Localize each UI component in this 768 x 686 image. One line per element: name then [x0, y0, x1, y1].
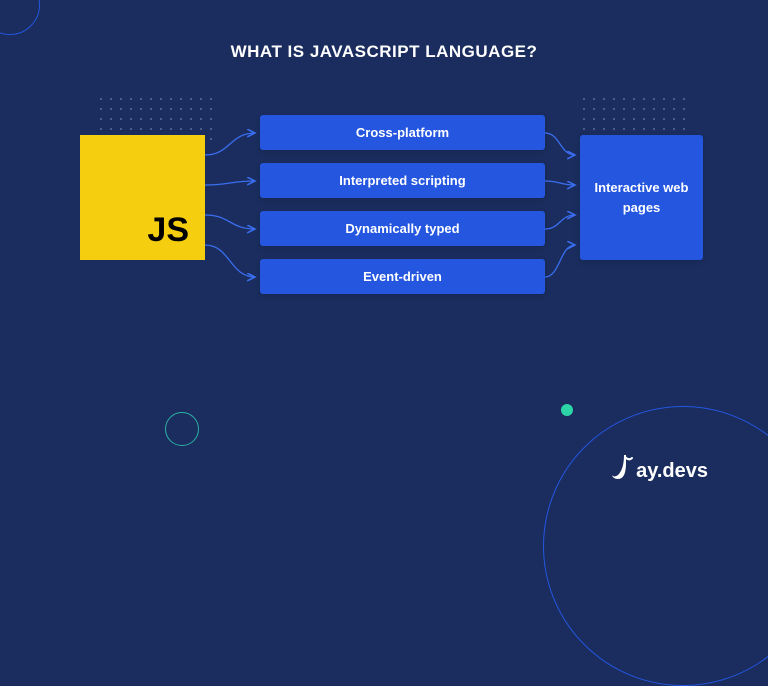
feature-event-driven: Event-driven: [260, 259, 545, 294]
output-box: Interactive web pages: [580, 135, 703, 260]
diagram-container: JS Cross-platform Interpreted scripting …: [80, 115, 703, 325]
decorative-circle-top-left: [0, 0, 40, 35]
decorative-circle-bottom-left: [165, 412, 199, 446]
feature-cross-platform: Cross-platform: [260, 115, 545, 150]
page-title: WHAT IS JAVASCRIPT LANGUAGE?: [0, 42, 768, 62]
feature-dynamically-typed: Dynamically typed: [260, 211, 545, 246]
feature-interpreted: Interpreted scripting: [260, 163, 545, 198]
brand-logo-text: ay.devs: [636, 460, 708, 483]
brand-logo: ay.devs: [610, 453, 708, 483]
feature-list: Cross-platform Interpreted scripting Dyn…: [260, 115, 545, 307]
decorative-circle-bottom-right: [543, 406, 768, 686]
js-logo-box: JS: [80, 135, 205, 260]
brand-logo-icon: [610, 453, 634, 483]
js-logo-text: JS: [147, 211, 189, 250]
decorative-dot-green: [561, 404, 573, 416]
